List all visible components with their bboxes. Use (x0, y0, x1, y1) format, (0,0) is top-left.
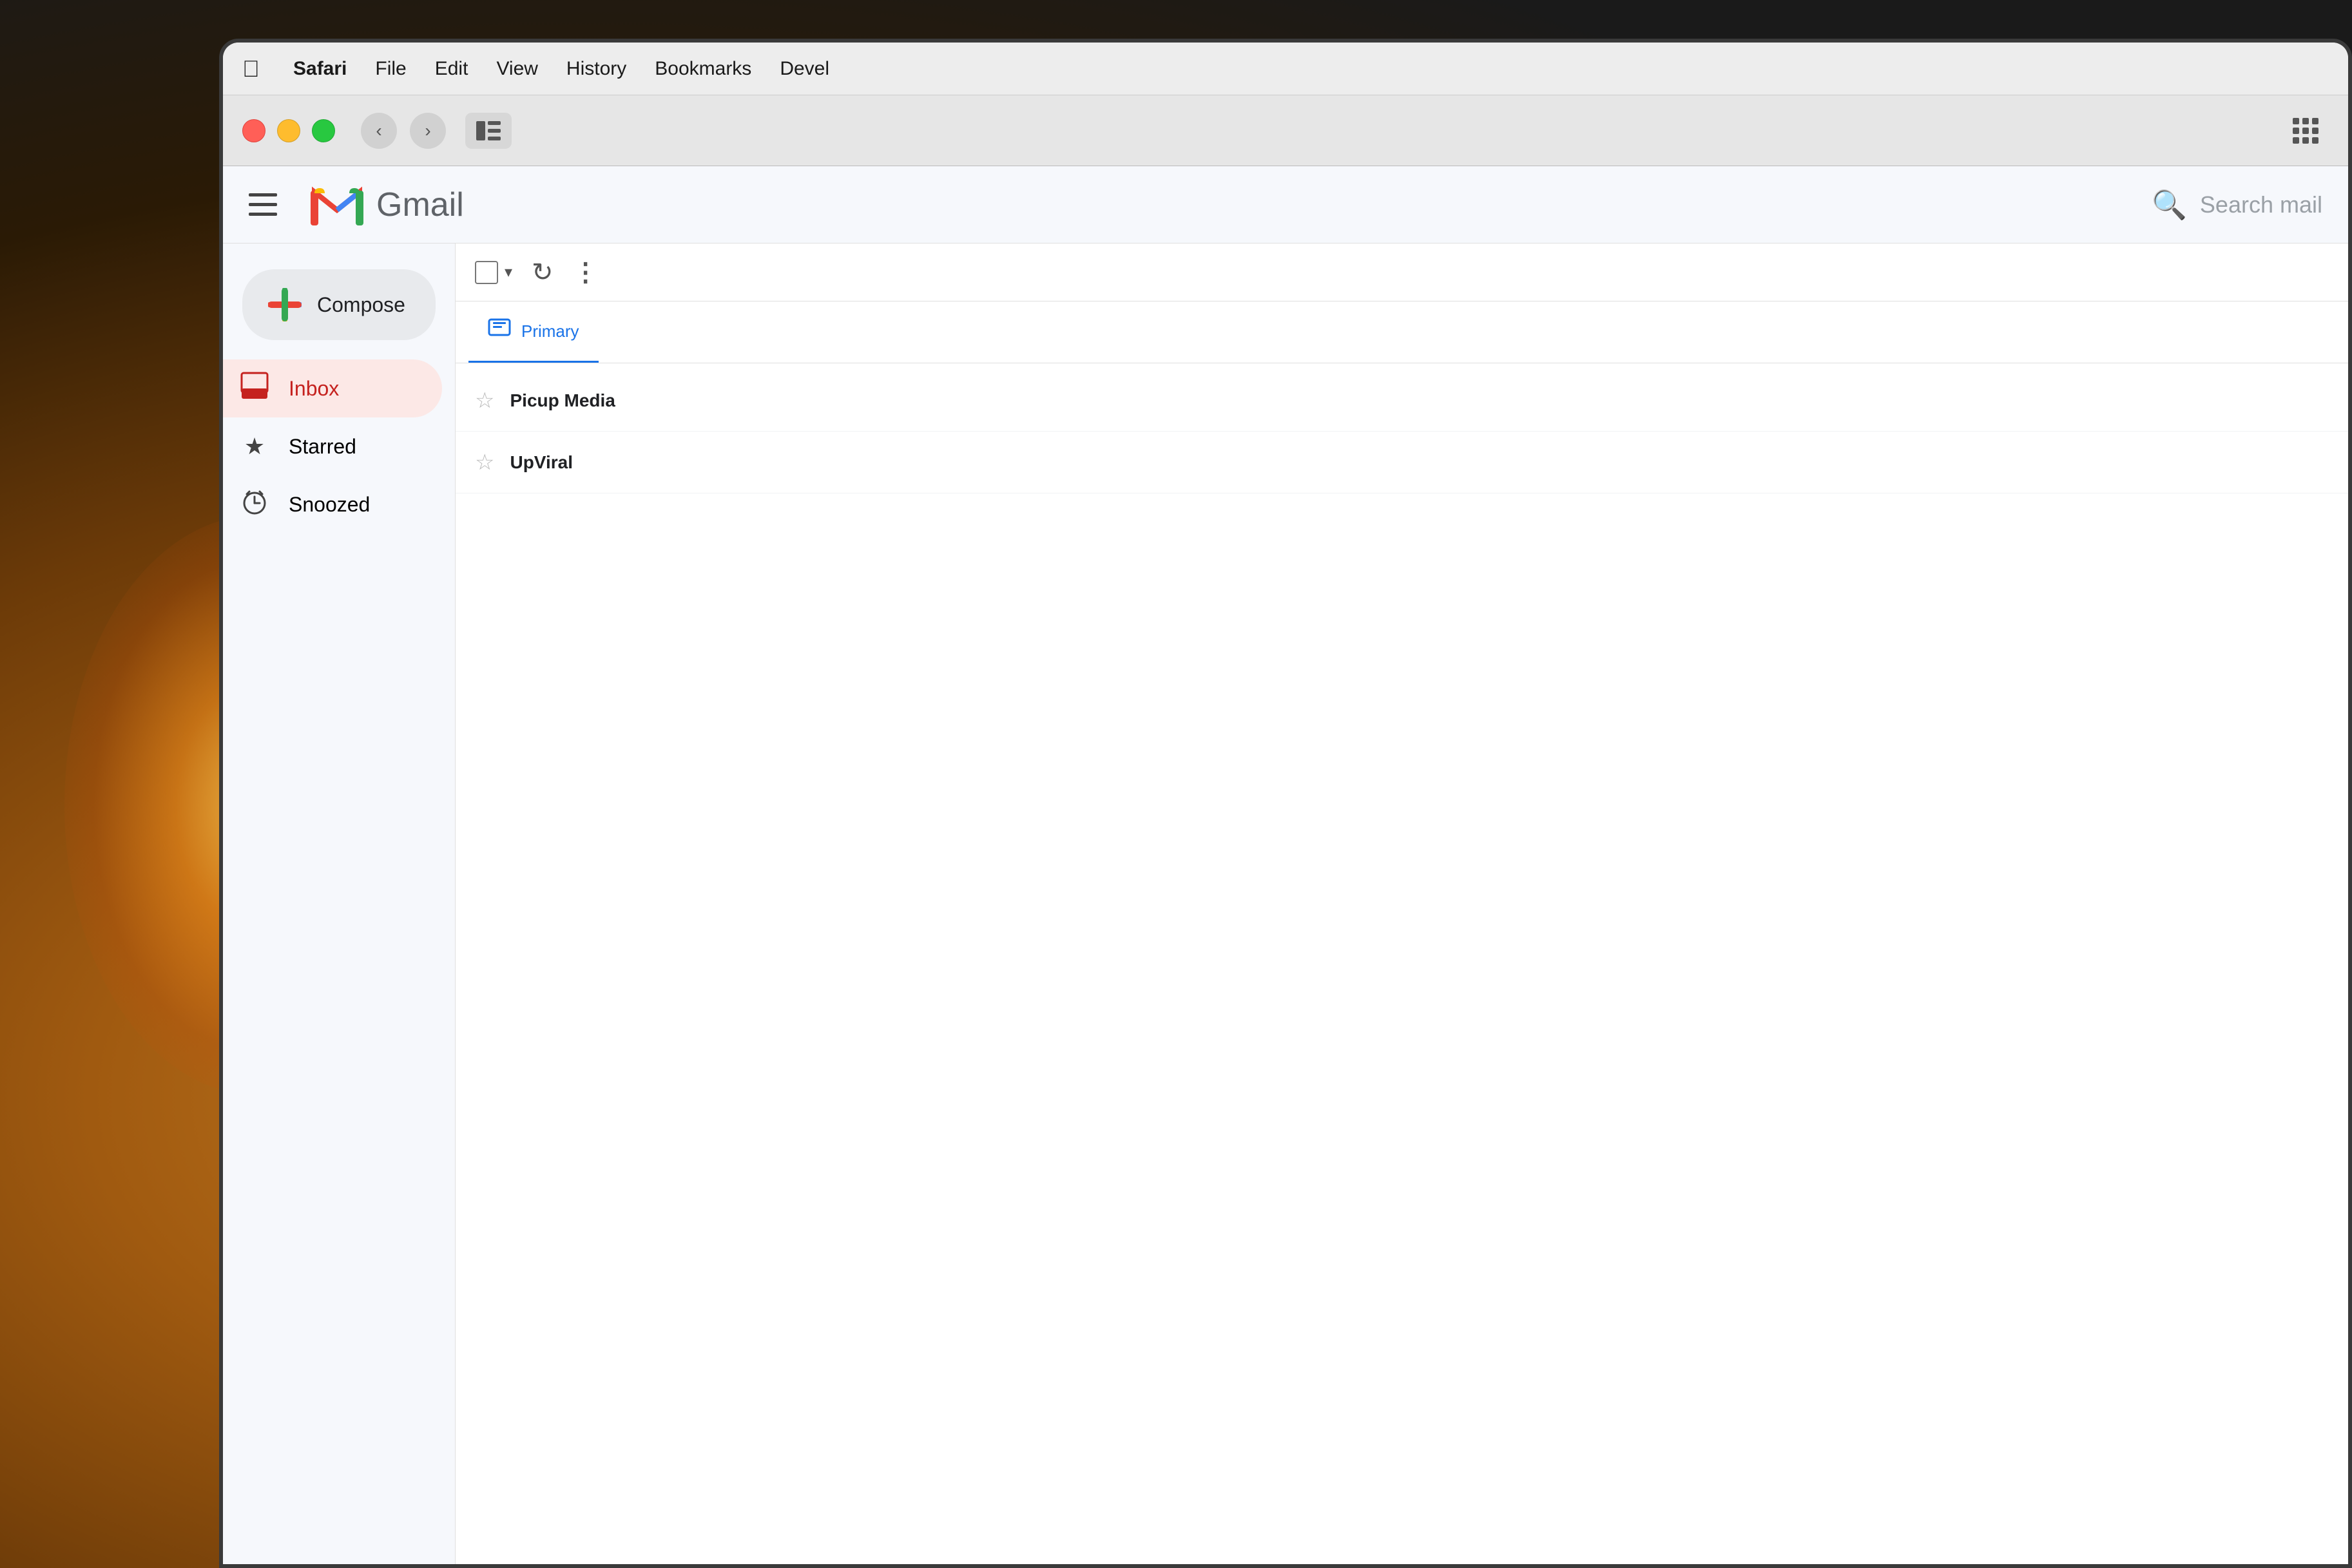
gmail-logo (308, 179, 366, 231)
star-toggle-2[interactable]: ☆ (475, 450, 494, 475)
apple-menu[interactable]:  (242, 55, 260, 82)
email-sender-2: UpViral (510, 452, 755, 473)
sidebar-item-starred[interactable]: ★ Starred (223, 417, 442, 475)
checkbox-square (475, 261, 498, 284)
search-placeholder: Search mail (2200, 191, 2322, 218)
email-sender-1: Picup Media (510, 390, 755, 411)
menubar-edit[interactable]: Edit (421, 53, 483, 85)
primary-tab-icon (488, 317, 511, 345)
menubar-develop[interactable]: Devel (766, 53, 843, 85)
email-toolbar: ▾ ↻ ⋮ (456, 244, 2348, 301)
back-icon: ‹ (376, 120, 381, 141)
screen:  Safari File Edit View History Bookmark… (223, 43, 2348, 1564)
sidebar-icon (476, 121, 501, 140)
hamburger-line-1 (249, 193, 277, 196)
menubar-bookmarks[interactable]: Bookmarks (641, 53, 766, 85)
close-button[interactable] (242, 119, 265, 142)
macbook-frame:  Safari File Edit View History Bookmark… (219, 39, 2352, 1568)
menubar-file[interactable]: File (361, 53, 420, 85)
table-row[interactable]: ☆ UpViral (456, 432, 2348, 493)
grid-icon (2293, 118, 2318, 144)
minimize-button[interactable] (277, 119, 300, 142)
primary-tab-label: Primary (521, 321, 579, 341)
traffic-lights (242, 119, 335, 142)
maximize-button[interactable] (312, 119, 335, 142)
hamburger-line-2 (249, 203, 277, 206)
sidebar-toggle-button[interactable] (465, 113, 512, 149)
extensions-button[interactable] (2282, 113, 2329, 149)
email-tabs: Primary (456, 301, 2348, 363)
checkbox-dropdown-arrow[interactable]: ▾ (505, 263, 512, 282)
email-list: ☆ Picup Media ☆ UpViral (456, 363, 2348, 500)
table-row[interactable]: ☆ Picup Media (456, 370, 2348, 432)
gmail-logo-text: Gmail (376, 186, 464, 224)
gmail-content: Gmail 🔍 Search mail (223, 166, 2348, 1564)
forward-button[interactable]: › (410, 113, 446, 149)
back-button[interactable]: ‹ (361, 113, 397, 149)
gmail-m-icon (308, 179, 366, 231)
menubar-safari[interactable]: Safari (279, 53, 361, 85)
starred-label: Starred (289, 435, 356, 459)
menubar:  Safari File Edit View History Bookmark… (223, 43, 2348, 95)
tab-primary[interactable]: Primary (468, 301, 599, 363)
compose-button[interactable]: Compose (242, 269, 436, 340)
select-all-checkbox[interactable]: ▾ (475, 261, 512, 284)
safari-toolbar: ‹ › (223, 95, 2348, 166)
compose-plus-icon (268, 288, 302, 321)
sidebar-item-inbox[interactable]: Inbox (223, 359, 442, 417)
inbox-icon (238, 372, 271, 406)
gmail-header: Gmail 🔍 Search mail (223, 166, 2348, 244)
inbox-label: Inbox (289, 377, 339, 401)
hamburger-button[interactable] (249, 182, 295, 228)
refresh-button[interactable]: ↻ (532, 258, 554, 287)
menubar-history[interactable]: History (552, 53, 641, 85)
gmail-sidebar: Compose Inbox ★ S (223, 244, 455, 1564)
search-icon: 🔍 (2152, 188, 2187, 222)
menubar-view[interactable]: View (482, 53, 552, 85)
search-area[interactable]: 🔍 Search mail (2152, 188, 2322, 222)
gmail-body: Compose Inbox ★ S (223, 244, 2348, 1564)
sidebar-item-snoozed[interactable]: Snoozed (223, 475, 442, 533)
star-icon: ★ (238, 433, 271, 460)
forward-icon: › (425, 120, 430, 141)
hamburger-line-3 (249, 213, 277, 216)
email-main: ▾ ↻ ⋮ (455, 244, 2348, 1564)
clock-icon (238, 489, 271, 521)
compose-label: Compose (317, 293, 405, 317)
star-toggle-1[interactable]: ☆ (475, 388, 494, 414)
more-options-button[interactable]: ⋮ (573, 258, 600, 287)
snoozed-label: Snoozed (289, 493, 370, 517)
